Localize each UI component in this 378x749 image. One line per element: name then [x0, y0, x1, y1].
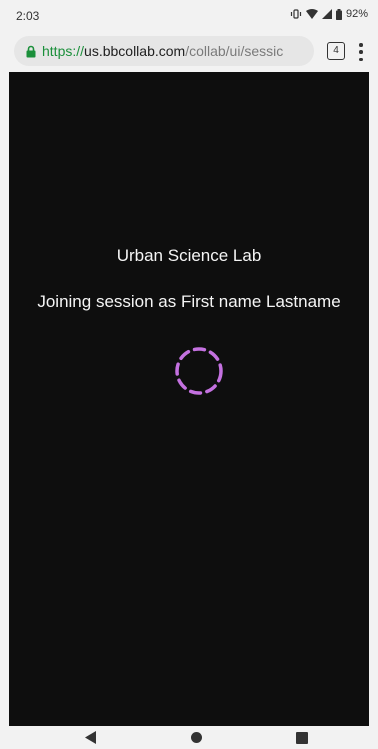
overflow-menu-icon[interactable] — [358, 43, 364, 61]
battery-percent: 92% — [345, 8, 368, 20]
browser-toolbar: https://us.bbcollab.com/collab/ui/sessic… — [0, 30, 378, 72]
recent-apps-icon[interactable] — [296, 732, 308, 744]
address-bar[interactable]: https://us.bbcollab.com/collab/ui/sessic — [14, 36, 314, 66]
home-icon[interactable] — [190, 731, 203, 744]
joining-status: Joining session as First name Lastname — [37, 292, 341, 311]
android-nav-bar — [0, 726, 378, 749]
url-scheme: https:// — [42, 43, 85, 59]
url-text: https://us.bbcollab.com/collab/ui/sessic — [42, 43, 283, 59]
cell-signal-icon — [321, 9, 332, 19]
url-path: /collab/ui/sessic — [185, 43, 284, 59]
back-icon[interactable] — [85, 731, 97, 744]
loading-spinner-icon — [175, 347, 223, 395]
session-title: Urban Science Lab — [116, 246, 262, 265]
session-loading-screen: Urban Science Lab Joining session as Fir… — [9, 72, 369, 726]
battery-icon — [335, 8, 342, 20]
vibrate-icon — [290, 9, 302, 19]
lock-icon — [26, 45, 36, 58]
status-icons: 92% — [290, 8, 368, 20]
status-bar: 2:03 92% — [0, 0, 378, 30]
url-host: us.bbcollab.com — [84, 43, 186, 59]
status-time: 2:03 — [16, 9, 40, 23]
wifi-icon — [305, 8, 318, 19]
tab-switcher-button[interactable]: 4 — [327, 42, 345, 60]
